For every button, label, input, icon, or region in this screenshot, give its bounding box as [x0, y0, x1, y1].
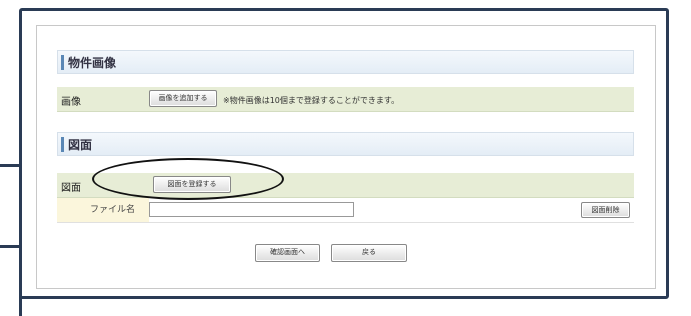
add-photo-button[interactable]: 画像を追加する [149, 90, 217, 107]
form-container: 物件画像 画像 画像を追加する ※物件画像は10個まで登録することができます。 … [36, 25, 656, 289]
highlight-ellipse [92, 158, 284, 200]
photo-limit-note: ※物件画像は10個まで登録することができます。 [223, 96, 400, 105]
file-name-label: ファイル名 [57, 198, 149, 222]
photo-row-label: 画像 [61, 97, 81, 108]
section-accent-bar [61, 137, 64, 152]
photo-section-title: 物件画像 [68, 56, 117, 70]
form-panel: 物件画像 画像 画像を追加する ※物件画像は10個まで登録することができます。 … [19, 8, 669, 299]
drawing-section-title: 図面 [68, 138, 93, 152]
confirm-screen-button[interactable]: 確認画面へ [255, 244, 320, 262]
photo-row: 画像 画像を追加する ※物件画像は10個まで登録することができます。 [57, 87, 634, 112]
drawing-section-header: 図面 [57, 132, 634, 156]
file-name-input[interactable] [149, 202, 354, 217]
photo-section-header: 物件画像 [57, 50, 634, 74]
back-button[interactable]: 戻る [331, 244, 407, 262]
section-accent-bar [61, 55, 64, 70]
delete-drawing-button[interactable]: 図面削除 [581, 202, 630, 218]
file-name-row: ファイル名 図面削除 [57, 198, 634, 223]
drawing-row-label: 図面 [61, 183, 81, 194]
